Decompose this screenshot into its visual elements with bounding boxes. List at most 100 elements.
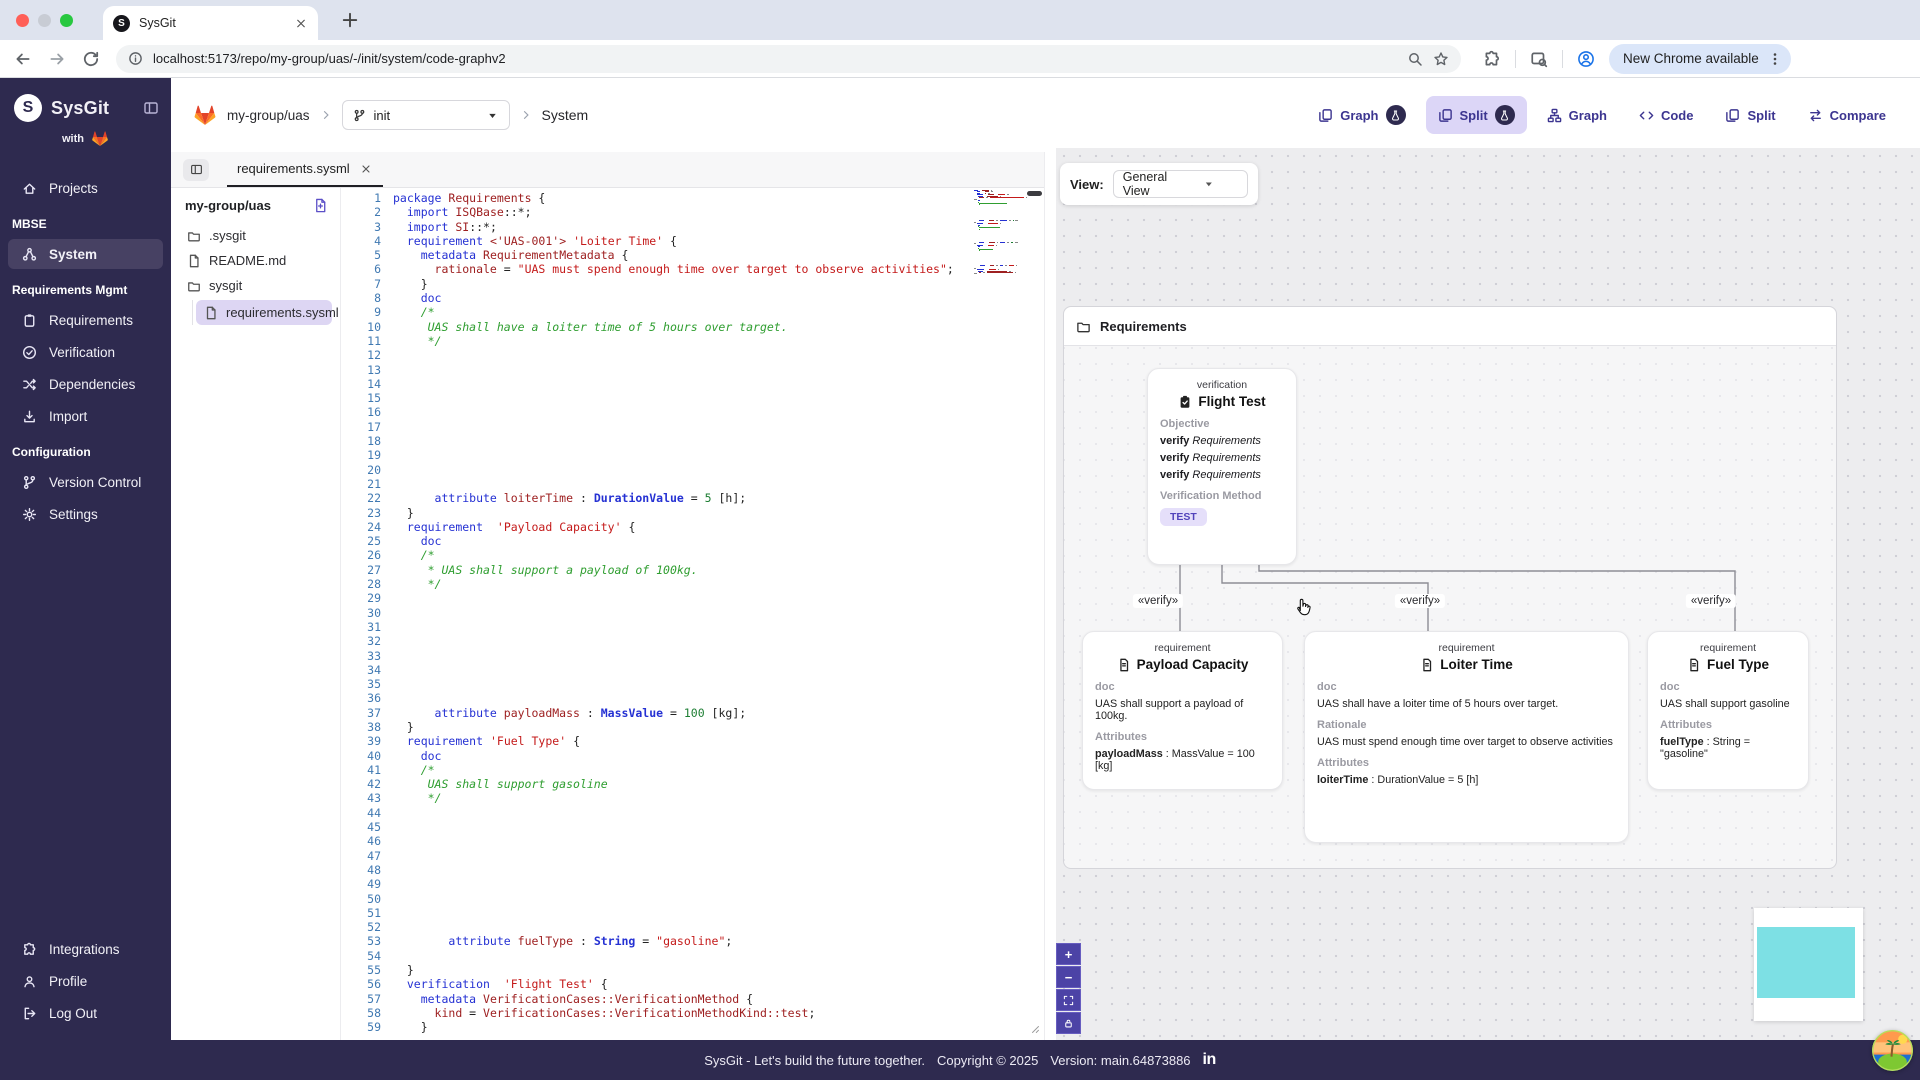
editor-tab-label: requirements.sysml <box>237 161 350 176</box>
editor-tabbar: requirements.sysml <box>171 152 1044 188</box>
chrome-update-button[interactable]: New Chrome available <box>1609 43 1791 74</box>
code-line: UAS shall support gasoline <box>427 777 608 792</box>
view-button-split[interactable]: Split <box>1713 99 1787 132</box>
graph-pane[interactable]: View: General View Requirements «verify»… <box>1056 148 1920 1040</box>
file-tree-item-sysgit[interactable]: sysgit <box>179 273 332 298</box>
node-section-label: Attributes <box>1317 757 1369 769</box>
file-tree-item-readme-md[interactable]: README.md <box>179 248 332 273</box>
back-icon[interactable] <box>14 50 32 68</box>
graph-node-flight-test[interactable]: verification Flight Test Objective verify R… <box>1147 368 1297 565</box>
code-area[interactable]: 1 2 3 4 5 6 7 8 9 10 11 12 13 14 15 16 17 18 19 20 21 22 23 24 2… <box>341 188 1044 1040</box>
maximize-window-button[interactable] <box>60 14 73 27</box>
sidebar-item-settings[interactable]: Settings <box>8 499 163 529</box>
minimize-window-button[interactable] <box>38 14 51 27</box>
file-name: README.md <box>209 253 287 268</box>
file-name: .sysgit <box>209 228 246 243</box>
graph-node-loiter-time[interactable]: requirement Loiter Time doc UAS shall have … <box>1304 631 1629 843</box>
resize-corner-icon[interactable] <box>1028 1022 1040 1034</box>
zoom-minus-button[interactable]: − <box>1056 966 1081 988</box>
island-widget-button[interactable] <box>1872 1030 1913 1071</box>
close-window-button[interactable] <box>16 14 29 27</box>
docfile-icon <box>1687 658 1701 672</box>
file-tree-items: .sysgit README.md sysgit requirements.sysml <box>179 223 339 325</box>
url-bar[interactable]: localhost:5173/repo/my-group/uas/-/init/… <box>116 44 1461 73</box>
close-editor-tab-icon[interactable] <box>359 163 373 175</box>
branch-selector[interactable]: init <box>341 100 510 130</box>
sidebar-item-dependencies[interactable]: Dependencies <box>8 369 163 399</box>
linkedin-icon[interactable]: in <box>1203 1051 1217 1069</box>
footer-copyright: Copyright © 2025 <box>936 1052 1039 1068</box>
code-lines: package Requirements { import ISQBase::*… <box>393 191 1044 1035</box>
graph-minimap[interactable] <box>1754 908 1863 1021</box>
close-tab-icon[interactable] <box>294 17 308 30</box>
chrome-update-label: New Chrome available <box>1623 51 1759 66</box>
breadcrumb-repo[interactable]: my-group/uas <box>227 108 310 123</box>
view-button-split[interactable]: Split <box>1425 96 1527 134</box>
panel-toggle-icon <box>190 163 203 176</box>
new-file-icon[interactable] <box>313 198 328 213</box>
node-title: Payload Capacity <box>1095 657 1270 672</box>
forward-icon[interactable] <box>48 50 66 68</box>
sidebar-item-system[interactable]: System <box>8 239 163 269</box>
sidebar-item-import[interactable]: Import <box>8 401 163 431</box>
view-button-graph[interactable]: Graph <box>1306 96 1417 134</box>
sidebar-item-label: Settings <box>49 506 98 522</box>
zoom-lock-button[interactable] <box>1056 1012 1081 1034</box>
tab-search-icon[interactable] <box>1530 50 1548 68</box>
view-button-code[interactable]: Code <box>1627 99 1706 132</box>
zoom-plus-button[interactable]: + <box>1056 943 1081 965</box>
extensions-icon[interactable] <box>1483 50 1501 68</box>
view-button-compare[interactable]: Compare <box>1796 99 1898 132</box>
kebab-menu-icon[interactable] <box>1767 51 1783 67</box>
view-button-label: Graph <box>1568 107 1607 123</box>
zoom-fit-button[interactable] <box>1056 989 1081 1011</box>
reload-icon[interactable] <box>82 50 100 68</box>
sidebar-item-requirements[interactable]: Requirements <box>8 305 163 335</box>
sidebar-item-integrations[interactable]: Integrations <box>8 934 163 964</box>
code-line: */ <box>427 791 442 806</box>
code-line: attribute fuelType : String = "gasoline"… <box>448 934 733 949</box>
graph-node-payload-capacity[interactable]: requirement Payload Capacity doc UAS shall … <box>1082 631 1283 790</box>
sidebar-item-verification[interactable]: Verification <box>8 337 163 367</box>
view-button-label: Code <box>1660 107 1694 123</box>
file-tree-item-sysgit[interactable]: .sysgit <box>179 223 332 248</box>
sidebar-item-version-control[interactable]: Version Control <box>8 467 163 497</box>
node-stereotype: requirement <box>1154 642 1211 654</box>
sidebar-item-profile[interactable]: Profile <box>8 966 163 996</box>
view-button-graph[interactable]: Graph <box>1535 99 1619 132</box>
code-line: requirement 'Payload Capacity' { <box>406 519 636 534</box>
zoom-search-icon[interactable] <box>1407 51 1423 67</box>
view-select[interactable]: General View <box>1112 170 1248 198</box>
pane-drag-handle[interactable] <box>1027 191 1042 196</box>
check-circle-icon <box>22 345 37 360</box>
site-info-icon[interactable] <box>128 51 143 66</box>
code-line: * UAS shall support a payload of 100kg. <box>427 562 698 577</box>
sidebar-item-log-out[interactable]: Log Out <box>8 998 163 1028</box>
divider <box>1515 49 1516 68</box>
bookmark-star-icon[interactable] <box>1433 51 1449 67</box>
fit-icon <box>1063 995 1074 1006</box>
node-stereotype: requirement <box>1438 642 1495 654</box>
code-minimap[interactable] <box>974 190 1030 275</box>
sidebar-item-projects[interactable]: Projects <box>8 173 163 203</box>
browser-address-bar: localhost:5173/repo/my-group/uas/-/init/… <box>0 40 1920 78</box>
code-line: import ISQBase::*; <box>406 205 532 220</box>
browser-tab[interactable]: S SysGit <box>103 6 318 40</box>
sidebar-item-label: Version Control <box>49 474 142 490</box>
file-name: requirements.sysml <box>226 305 339 320</box>
minimap-viewport[interactable] <box>1757 927 1855 998</box>
profile-icon[interactable] <box>1577 50 1595 68</box>
sidebar-collapse-icon[interactable] <box>143 100 159 116</box>
editor-tab[interactable]: requirements.sysml <box>227 152 383 187</box>
breadcrumb-page: System <box>541 107 589 123</box>
view-select-value: General View <box>1122 170 1168 198</box>
new-tab-icon[interactable] <box>340 10 360 30</box>
file-tree-toggle-button[interactable] <box>183 158 209 181</box>
graph-node-fuel-type[interactable]: requirement Fuel Type doc UAS shall support… <box>1647 631 1809 790</box>
file-tree-item-requirements-sysml[interactable]: requirements.sysml <box>196 300 339 325</box>
browser-tabstrip: S SysGit <box>0 0 1920 40</box>
